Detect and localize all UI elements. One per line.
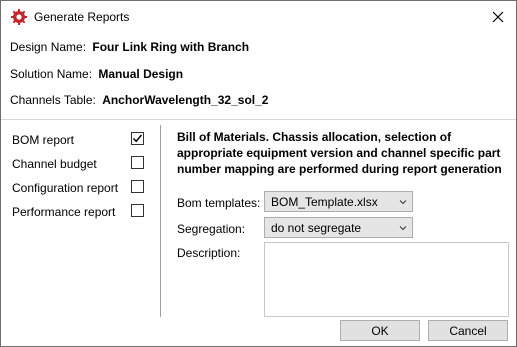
report-item-label: BOM report	[12, 133, 75, 147]
vertical-divider	[160, 125, 161, 317]
segregation-dropdown[interactable]: do not segregate	[264, 217, 413, 238]
ok-button[interactable]: OK	[340, 320, 420, 341]
generate-reports-dialog: Generate Reports Design Name: Four Link …	[0, 0, 517, 347]
channel-budget-checkbox[interactable]	[131, 156, 144, 169]
title-bar: Generate Reports	[1, 1, 516, 33]
solution-name-label: Solution Name:	[10, 67, 93, 81]
channels-table-row: Channels Table: AnchorWavelength_32_sol_…	[10, 93, 268, 107]
checkmark-icon	[132, 134, 143, 143]
divider	[1, 119, 516, 120]
design-name-value: Four Link Ring with Branch	[92, 40, 250, 54]
close-button[interactable]	[486, 5, 510, 29]
design-name-label: Design Name:	[10, 40, 87, 54]
description-textarea[interactable]	[264, 242, 509, 317]
report-item-label: Performance report	[12, 205, 116, 219]
cancel-button[interactable]: Cancel	[428, 320, 508, 341]
report-item-performance[interactable]: Performance report	[12, 203, 152, 221]
gear-icon	[11, 9, 27, 25]
window-title: Generate Reports	[34, 10, 130, 24]
report-item-bom[interactable]: BOM report	[12, 131, 152, 149]
description-label: Description:	[177, 246, 241, 260]
report-item-channel-budget[interactable]: Channel budget	[12, 155, 152, 173]
channels-table-label: Channels Table:	[10, 93, 96, 107]
bom-report-checkbox[interactable]	[131, 132, 144, 145]
channels-table-value: AnchorWavelength_32_sol_2	[102, 93, 269, 107]
performance-report-checkbox[interactable]	[131, 204, 144, 217]
report-item-configuration[interactable]: Configuration report	[12, 179, 152, 197]
report-description-text: Bill of Materials. Chassis allocation, s…	[177, 130, 502, 176]
close-icon	[492, 11, 504, 23]
solution-name-value: Manual Design	[98, 67, 184, 81]
segregation-label: Segregation:	[177, 222, 246, 236]
bom-templates-label: Bom templates:	[177, 196, 261, 210]
chevron-down-icon	[399, 200, 407, 205]
solution-name-row: Solution Name: Manual Design	[10, 67, 183, 81]
chevron-down-icon	[399, 226, 407, 231]
report-item-label: Channel budget	[12, 157, 97, 171]
bom-templates-dropdown[interactable]: BOM_Template.xlsx	[264, 191, 413, 212]
bom-templates-value: BOM_Template.xlsx	[271, 195, 378, 209]
design-name-row: Design Name: Four Link Ring with Branch	[10, 40, 249, 54]
report-item-label: Configuration report	[12, 181, 119, 195]
configuration-report-checkbox[interactable]	[131, 180, 144, 193]
segregation-value: do not segregate	[271, 221, 362, 235]
